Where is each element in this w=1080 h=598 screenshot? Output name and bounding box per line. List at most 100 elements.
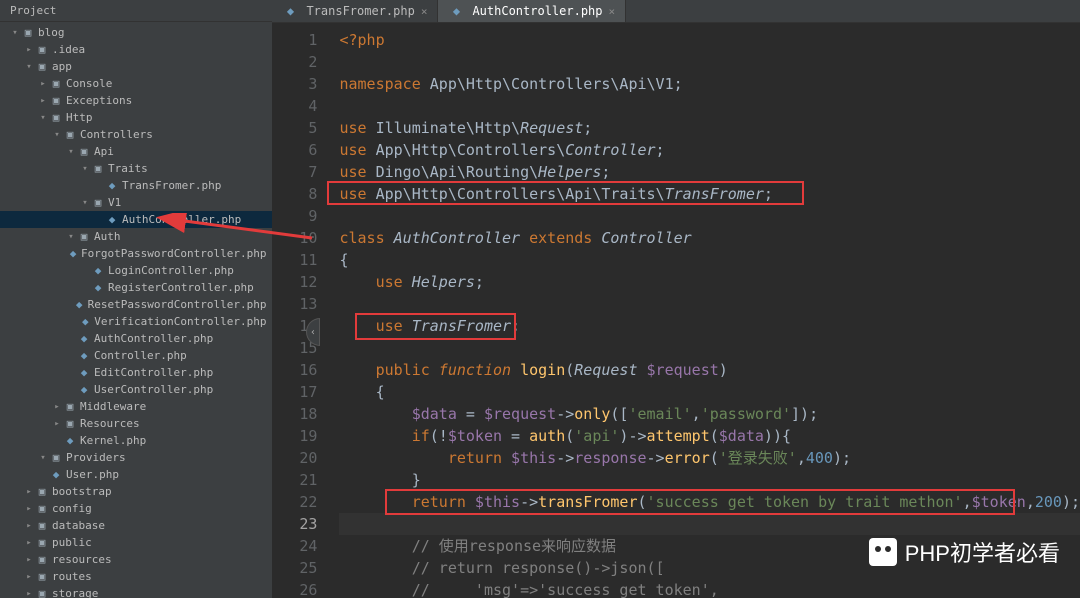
tree-item[interactable]: ▸▣Middleware xyxy=(0,398,272,415)
tree-arrow-icon: ▾ xyxy=(52,130,62,140)
tree-item[interactable]: ▾▣Providers xyxy=(0,449,272,466)
tree-arrow-icon: ▾ xyxy=(80,198,90,208)
close-icon[interactable]: × xyxy=(609,5,616,18)
code-line[interactable]: use App\Http\Controllers\Api\Traits\Tran… xyxy=(339,183,1080,205)
tree-item[interactable]: ◆TransFromer.php xyxy=(0,177,272,194)
code-line[interactable]: namespace App\Http\Controllers\Api\V1; xyxy=(339,73,1080,95)
tree-item[interactable]: ◆Kernel.php xyxy=(0,432,272,449)
tree-item[interactable]: ◆RegisterController.php xyxy=(0,279,272,296)
tree-item[interactable]: ▾▣Api xyxy=(0,143,272,160)
tree-item[interactable]: ▾▣Http xyxy=(0,109,272,126)
tree-item-label: LoginController.php xyxy=(108,264,266,277)
tree-item-label: blog xyxy=(38,26,266,39)
close-icon[interactable]: × xyxy=(421,5,428,18)
code-line[interactable]: // return response()->json([ xyxy=(339,557,1080,579)
tree-item[interactable]: ◆EditController.php xyxy=(0,364,272,381)
tree-arrow-icon: ▾ xyxy=(38,453,48,463)
code-line[interactable]: use App\Http\Controllers\Controller; xyxy=(339,139,1080,161)
code-line[interactable]: $data = $request->only(['email','passwor… xyxy=(339,403,1080,425)
tree-item[interactable]: ▸▣resources xyxy=(0,551,272,568)
tree-item[interactable]: ▾▣Traits xyxy=(0,160,272,177)
code-line[interactable] xyxy=(339,95,1080,117)
folder-icon: ▣ xyxy=(62,400,78,413)
editor-tab[interactable]: ◆AuthController.php× xyxy=(438,0,626,22)
tree-arrow-icon: ▾ xyxy=(66,147,76,157)
tree-item[interactable]: ▾▣V1 xyxy=(0,194,272,211)
folder-icon: ▣ xyxy=(34,60,50,73)
code-line[interactable] xyxy=(339,51,1080,73)
tree-item[interactable]: ◆VerificationController.php xyxy=(0,313,272,330)
code-line[interactable]: <?php xyxy=(339,29,1080,51)
tree-arrow-icon: ▾ xyxy=(10,28,20,38)
tree-item-label: public xyxy=(52,536,266,549)
tree-item[interactable]: ◆UserController.php xyxy=(0,381,272,398)
code-area[interactable]: <?php namespace App\Http\Controllers\Api\… xyxy=(327,23,1080,598)
tree-item-label: RegisterController.php xyxy=(108,281,266,294)
tree-arrow-icon: ▸ xyxy=(24,555,34,565)
tree-item[interactable]: ▸▣.idea xyxy=(0,41,272,58)
tree-item-label: TransFromer.php xyxy=(122,179,266,192)
tree-arrow-icon: ▸ xyxy=(24,504,34,514)
folder-icon: ▣ xyxy=(62,417,78,430)
tab-label: TransFromer.php xyxy=(306,4,414,18)
code-line[interactable]: use Dingo\Api\Routing\Helpers; xyxy=(339,161,1080,183)
code-line[interactable]: return $this->transFromer('success get t… xyxy=(339,491,1080,513)
folder-icon: ▣ xyxy=(48,94,64,107)
tree-item-label: UserController.php xyxy=(94,383,266,396)
tree-item-label: Exceptions xyxy=(66,94,266,107)
folder-icon: ▣ xyxy=(90,162,106,175)
code-line[interactable]: use Illuminate\Http\Request; xyxy=(339,117,1080,139)
tree-item[interactable]: ▸▣config xyxy=(0,500,272,517)
editor-tab[interactable]: ◆TransFromer.php× xyxy=(272,0,438,22)
tree-arrow-icon: ▾ xyxy=(24,62,34,72)
tree-item[interactable]: ▸▣storage xyxy=(0,585,272,598)
code-line[interactable]: if(!$token = auth('api')->attempt($data)… xyxy=(339,425,1080,447)
tree-item-label: storage xyxy=(52,587,266,598)
code-line[interactable]: // 使用response来响应数据 xyxy=(339,535,1080,557)
tree-item-label: Providers xyxy=(66,451,266,464)
tree-item[interactable]: ▾▣blog xyxy=(0,24,272,41)
tree-item-label: bootstrap xyxy=(52,485,266,498)
code-line[interactable]: // 'msg'=>'success get token', xyxy=(339,579,1080,598)
code-line[interactable] xyxy=(339,513,1080,535)
tree-item-label: Controller.php xyxy=(94,349,266,362)
folder-icon: ▣ xyxy=(48,111,64,124)
tree-item[interactable]: ◆ResetPasswordController.php xyxy=(0,296,272,313)
tree-item[interactable]: ▸▣Console xyxy=(0,75,272,92)
tree-item[interactable]: ◆AuthController.php xyxy=(0,211,272,228)
tree-arrow-icon: ▸ xyxy=(24,487,34,497)
code-line[interactable]: { xyxy=(339,249,1080,271)
code-line[interactable]: public function login(Request $request) xyxy=(339,359,1080,381)
tree-item[interactable]: ◆User.php xyxy=(0,466,272,483)
tree-item[interactable]: ▸▣public xyxy=(0,534,272,551)
php-file-icon: ◆ xyxy=(76,332,92,345)
tree-item[interactable]: ◆Controller.php xyxy=(0,347,272,364)
tree-arrow-icon: ▸ xyxy=(52,419,62,429)
code-line[interactable]: use TransFromer; xyxy=(339,315,1080,337)
tree-arrow-icon: ▸ xyxy=(24,538,34,548)
code-line[interactable] xyxy=(339,205,1080,227)
tree-item[interactable]: ▸▣bootstrap xyxy=(0,483,272,500)
code-line[interactable]: return $this->response->error('登录失败',400… xyxy=(339,447,1080,469)
tree-item[interactable]: ▾▣Controllers xyxy=(0,126,272,143)
tree-item[interactable]: ◆LoginController.php xyxy=(0,262,272,279)
code-line[interactable]: use Helpers; xyxy=(339,271,1080,293)
tree-item[interactable]: ▸▣Exceptions xyxy=(0,92,272,109)
tree-item-label: Kernel.php xyxy=(80,434,266,447)
folder-icon: ▣ xyxy=(34,587,50,598)
tree-item[interactable]: ▸▣Resources xyxy=(0,415,272,432)
folder-icon: ▣ xyxy=(62,128,78,141)
tree-item[interactable]: ▸▣database xyxy=(0,517,272,534)
tree-item[interactable]: ▾▣Auth xyxy=(0,228,272,245)
tree-item[interactable]: ▸▣routes xyxy=(0,568,272,585)
code-line[interactable]: { xyxy=(339,381,1080,403)
tree-item[interactable]: ◆ForgotPasswordController.php xyxy=(0,245,272,262)
tree-item[interactable]: ◆AuthController.php xyxy=(0,330,272,347)
code-line[interactable]: class AuthController extends Controller xyxy=(339,227,1080,249)
code-line[interactable] xyxy=(339,337,1080,359)
folder-icon: ▣ xyxy=(20,26,36,39)
code-line[interactable]: } xyxy=(339,469,1080,491)
tree-item-label: Auth xyxy=(94,230,266,243)
code-line[interactable] xyxy=(339,293,1080,315)
tree-item[interactable]: ▾▣app xyxy=(0,58,272,75)
